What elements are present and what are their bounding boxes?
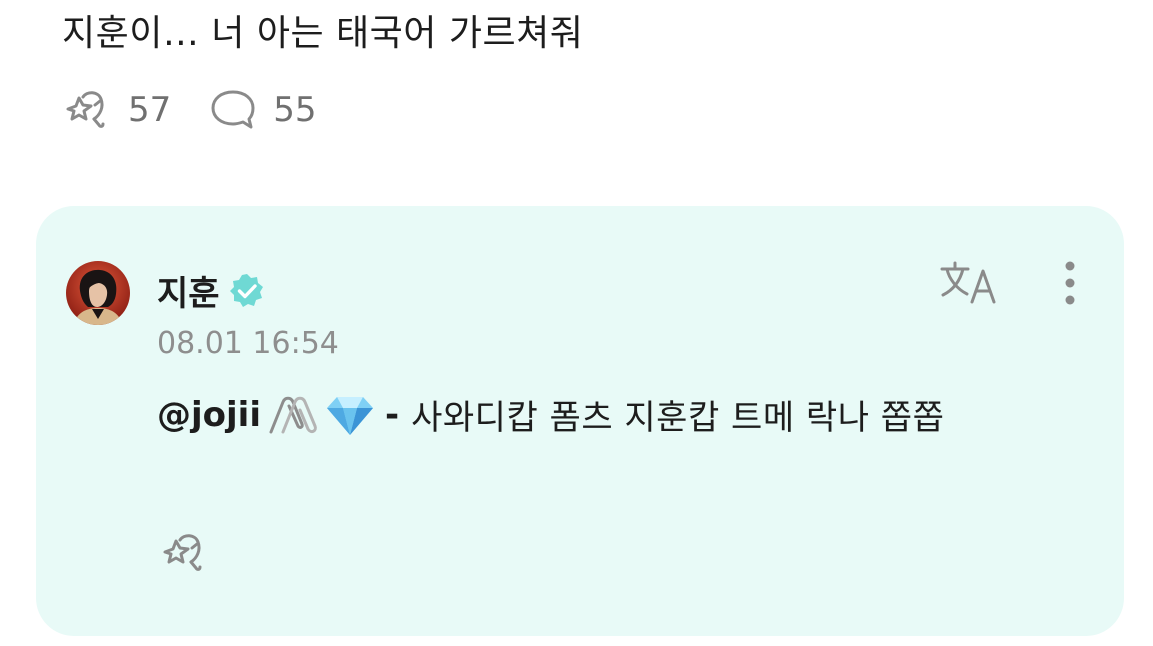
- comment-count: 55: [273, 90, 317, 130]
- post-stats: 57 55: [62, 86, 317, 134]
- speech-bubble-icon: [211, 90, 255, 129]
- post-detail-page: 지훈이… 너 아는 태국어 가르쳐줘 57 55 지훈 08.01 16:54 …: [0, 0, 1153, 646]
- author-row: 지훈: [157, 266, 266, 315]
- paperclip-icon: [269, 396, 317, 433]
- star-hand-icon: [163, 534, 202, 571]
- like-button[interactable]: 57: [62, 87, 171, 133]
- mention-link[interactable]: @jojii: [157, 395, 261, 435]
- reply-card: 지훈 08.01 16:54 @jojii - 사와디캅 폼츠 지훈캅 트메 락…: [36, 206, 1124, 636]
- more-options-button[interactable]: [1058, 258, 1082, 308]
- verified-badge-icon: [229, 273, 263, 307]
- separator-dash: -: [384, 394, 400, 435]
- avatar[interactable]: [66, 261, 130, 325]
- star-hand-icon: [66, 91, 105, 128]
- gem-icon: [326, 396, 373, 435]
- like-count: 57: [128, 90, 172, 130]
- translate-button[interactable]: [938, 258, 1004, 310]
- reply-body: @jojii - 사와디캅 폼츠 지훈캅 트메 락나 쫍쫍: [157, 390, 944, 439]
- reply-like-button[interactable]: [157, 530, 211, 576]
- post-text: 지훈이… 너 아는 태국어 가르쳐줘: [62, 13, 584, 54]
- reply-timestamp: 08.01 16:54: [157, 326, 339, 361]
- author-name[interactable]: 지훈: [157, 266, 220, 315]
- more-vertical-icon: [1065, 261, 1075, 305]
- translate-icon: [940, 261, 996, 304]
- reply-text: 사와디캅 폼츠 지훈캅 트메 락나 쫍쫍: [411, 398, 945, 438]
- comment-button[interactable]: 55: [209, 87, 317, 133]
